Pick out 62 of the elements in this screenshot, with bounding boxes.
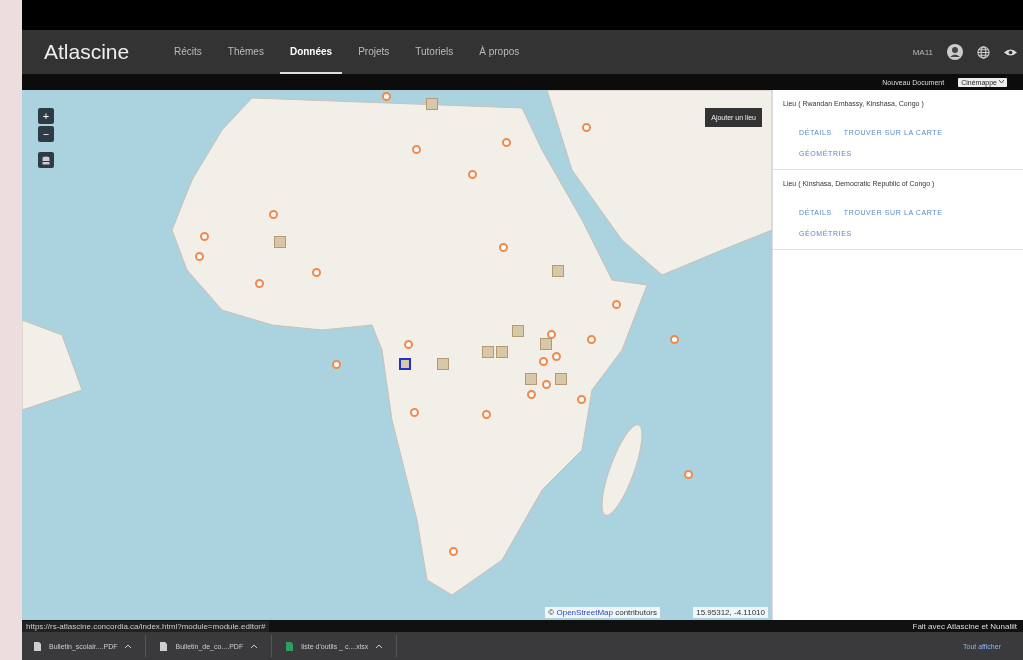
place-marker[interactable] [542,380,551,389]
place-marker[interactable] [577,395,586,404]
map-coordinates: 15.95312, -4.11010 [693,607,768,618]
place-marker[interactable] [410,408,419,417]
place-marker[interactable] [587,335,596,344]
avatar-icon[interactable] [947,44,963,60]
zoom-out-button[interactable]: − [38,126,54,142]
file-icon [286,641,294,651]
eye-icon[interactable] [1004,47,1017,57]
file-icon [160,641,168,651]
place-marker[interactable] [449,547,458,556]
film-marker[interactable] [482,346,494,358]
film-marker[interactable] [426,98,438,110]
place-marker[interactable] [482,410,491,419]
place-marker[interactable] [670,335,679,344]
place-marker[interactable] [684,470,693,479]
place-marker[interactable] [404,340,413,349]
nav-tab[interactable]: Tutoriels [405,30,464,74]
place-marker[interactable] [412,145,421,154]
place-marker[interactable] [382,92,391,101]
place-marker[interactable] [332,360,341,369]
openstreetmap-link[interactable]: OpenStreetMap [556,608,613,617]
place-marker[interactable] [312,268,321,277]
file-icon [34,641,41,651]
nav-tab[interactable]: Projets [348,30,400,74]
caret-icon [999,80,1004,84]
footer-credit: Fait avec Atlascine et Nunaliit [912,621,1018,631]
globe-icon[interactable] [977,45,990,59]
place-marker[interactable] [269,210,278,219]
place-marker[interactable] [502,138,511,147]
film-marker[interactable] [555,373,567,385]
layers-button[interactable] [38,152,54,168]
film-marker[interactable] [274,236,286,248]
place-marker[interactable] [582,123,591,132]
film-marker[interactable] [540,338,552,350]
nav-tab[interactable]: Récits [164,30,212,74]
layers-icon [42,155,50,165]
film-marker[interactable] [525,373,537,385]
caret-icon[interactable] [125,644,132,648]
place-marker[interactable] [499,243,508,252]
place-marker[interactable] [195,252,204,261]
place-marker[interactable] [612,300,621,309]
film-marker[interactable] [496,346,508,358]
film-marker[interactable] [399,358,411,370]
caret-icon[interactable] [376,644,383,648]
nav-tab[interactable]: Thèmes [217,30,274,74]
caret-icon[interactable] [251,644,258,648]
place-marker[interactable] [552,352,561,361]
place-marker[interactable] [255,279,264,288]
place-marker[interactable] [468,170,477,179]
place-marker[interactable] [200,232,209,241]
film-marker[interactable] [552,265,564,277]
place-marker[interactable] [539,357,548,366]
zoom-in-button[interactable]: + [38,108,54,124]
place-marker[interactable] [527,390,536,399]
film-marker[interactable] [437,358,449,370]
app-logo[interactable]: Atlascine [44,30,164,74]
map-attribution: © OpenStreetMap contributors [545,607,660,618]
user-name: MA11 [912,47,933,57]
nav-tab[interactable]: À propos [469,30,530,74]
status-url: https://rs-atlascine.concordia.ca/index.html?module=module.editor# [22,620,270,632]
film-marker[interactable] [512,325,524,337]
